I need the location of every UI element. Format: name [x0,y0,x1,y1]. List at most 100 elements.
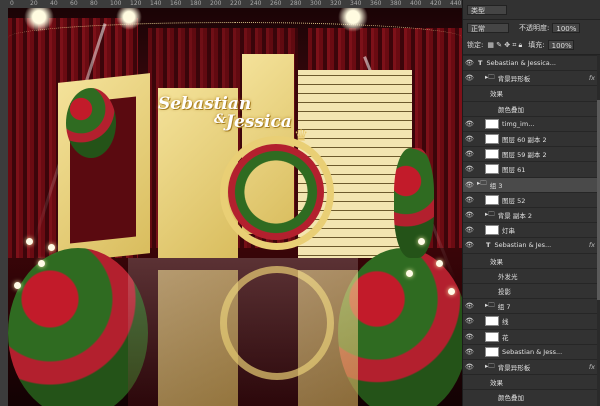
music-sheet-reflection [298,270,358,406]
layer-row[interactable]: 👁︎ 图层 59 副本 2 [463,146,600,161]
folder-icon[interactable]: ▸🗀︎ [485,73,495,84]
lock-label: 锁定: [467,41,484,49]
ruler-mark: 180 [190,0,202,7]
lock-icons[interactable]: ▦ ✎ ✥ ⌗ 🔒︎ [487,41,522,50]
layer-thumbnail [485,134,499,145]
layer-row[interactable]: 👁︎ Sebastian & Jess... [463,343,600,359]
layer-row[interactable]: 👁︎ 花 [463,328,600,344]
folder-icon[interactable]: ▸🗀︎ [485,301,495,312]
ruler-mark: 440 [450,0,462,7]
string-lights [8,22,462,53]
layer-thumbnail [485,346,499,357]
layer-row[interactable]: 👁︎ ▸🗀︎ 背景异形板 fx [463,70,600,85]
layer-row[interactable]: 投影 [463,283,600,298]
bulb [26,238,33,245]
ruler-mark: 220 [230,0,242,7]
folder-icon[interactable]: ▸🗀︎ [477,179,487,190]
flowers-bottom-left [8,248,148,406]
folder-icon[interactable]: ▸🗀︎ [485,362,495,373]
layer-row[interactable]: 👁︎ T Sebastian & Jessica... [463,55,600,70]
ruler-mark: 380 [390,0,402,7]
layer-effects-icon[interactable]: fx [589,241,595,249]
ruler-mark: 420 [430,0,442,7]
visibility-eye-icon[interactable]: 👁︎ [465,120,474,128]
visibility-eye-icon[interactable]: 👁︎ [465,302,474,310]
ruler-mark: 60 [70,0,78,7]
visibility-eye-icon[interactable]: 👁︎ [465,226,474,234]
flower-wreath [228,144,324,240]
layer-name: 效果 [490,379,503,388]
layer-row[interactable]: 👁︎ 图层 52 [463,191,600,207]
layer-row[interactable]: 颜色叠加 [463,100,600,116]
visibility-eye-icon[interactable]: 👁︎ [465,333,474,341]
layer-row[interactable]: 👁︎ T Sebastian & Jes... fx [463,237,600,252]
document-canvas[interactable]: Sebastian & Jessica ♛ [8,8,462,406]
layer-name: 图层 61 [502,166,526,175]
layer-thumbnail [485,194,499,205]
visibility-eye-icon[interactable]: 👁︎ [465,317,474,325]
layer-row[interactable]: 效果 [463,85,600,100]
visibility-eye-icon[interactable]: 👁︎ [465,363,474,371]
ruler-mark: 120 [130,0,142,7]
visibility-eye-icon[interactable]: 👁︎ [465,241,474,249]
blend-mode-select[interactable]: 正常 [467,23,509,33]
layer-row[interactable]: 👁︎ ▸🗀︎ 背景异形板 fx [463,359,600,374]
flowers-left-frame [66,88,116,158]
opacity-label: 不透明度: [519,24,550,32]
layer-row[interactable]: 颜色叠加 [463,389,600,404]
bulb [418,238,425,245]
flowers-right-column [394,148,434,258]
title-jessica: Jessica [226,112,292,132]
layer-name: 灯串 [502,227,515,236]
ruler-mark: 300 [310,0,322,7]
layer-name: 背景异形板 [497,364,531,373]
layer-name: 颜色叠加 [498,105,524,114]
text-layer-icon: T [486,241,491,250]
layer-row[interactable]: 外发光 [463,267,600,283]
visibility-eye-icon[interactable]: 👁︎ [465,196,474,204]
visibility-eye-icon[interactable]: 👁︎ [465,150,474,158]
layer-thumbnail [485,316,499,327]
layer-name: 投影 [498,288,511,297]
layer-effects-icon[interactable]: fx [589,363,595,371]
ruler-mark: 360 [370,0,382,7]
bulb [436,260,443,267]
ruler-mark: 100 [110,0,122,7]
layer-thumbnail [485,225,499,236]
visibility-eye-icon[interactable]: 👁︎ [465,59,474,67]
ruler-mark: 140 [150,0,162,7]
title-sebastian: Sebastian [158,94,252,114]
opacity-input[interactable]: 100% [552,23,581,33]
visibility-eye-icon[interactable]: 👁︎ [465,348,474,356]
layer-name: 图层 52 [502,196,526,205]
visibility-eye-icon[interactable]: 👁︎ [465,211,474,219]
fill-input[interactable]: 100% [547,40,574,50]
filter-row: 类型 [463,3,600,17]
layer-name: 背景 副本 2 [497,212,533,221]
layer-row[interactable]: 👁︎ ▸🗀︎ 组 3 [463,176,600,192]
layer-row[interactable]: 效果 [463,374,600,389]
visibility-eye-icon[interactable]: 👁︎ [465,74,474,82]
layer-row[interactable]: 👁︎ timg_im... [463,115,600,131]
bulb [38,260,45,267]
folder-icon[interactable]: ▸🗀︎ [485,210,495,221]
filter-kind-select[interactable]: 类型 [467,5,507,15]
layer-row[interactable]: 👁︎ 图层 60 副本 2 [463,131,600,146]
ruler-mark: 400 [410,0,422,7]
separator [463,19,600,20]
ruler-mark: 160 [170,0,182,7]
layer-name: 外发光 [498,272,518,281]
layer-row[interactable]: 👁︎ 图层 61 [463,161,600,176]
layer-row[interactable]: 👁︎ 线 [463,313,600,328]
layer-list: 👁︎ T Sebastian & Jessica... 👁︎ ▸🗀︎ 背景异形板 fx 效果颜… [463,55,600,406]
layer-name: Sebastian & Jes... [494,241,552,250]
layer-name: 图层 59 副本 2 [502,151,547,160]
visibility-eye-icon[interactable]: 👁︎ [465,181,474,189]
visibility-eye-icon[interactable]: 👁︎ [465,135,474,143]
layer-row[interactable]: 👁︎ ▸🗀︎ 组 7 [463,298,600,313]
layer-row[interactable]: 👁︎ ▸🗀︎ 背景 副本 2 [463,207,600,222]
layer-row[interactable]: 👁︎ 灯串 [463,222,600,237]
layer-row[interactable]: 效果 [463,252,600,268]
layer-effects-icon[interactable]: fx [589,74,595,82]
visibility-eye-icon[interactable]: 👁︎ [465,165,474,173]
